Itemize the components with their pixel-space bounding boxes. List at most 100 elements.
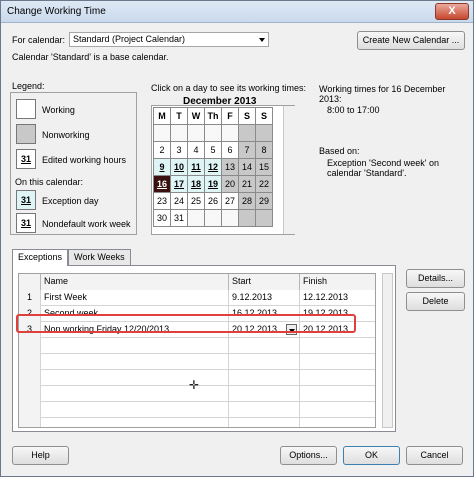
highlight-box [16,314,356,333]
calendar-day-10[interactable]: 10 [170,158,188,176]
row-number[interactable] [19,338,41,354]
exception-name[interactable] [41,402,229,418]
based-on-detail: Exception 'Second week' on calendar 'Sta… [327,158,440,178]
calendar-day-31[interactable]: 31 [170,209,188,227]
calendar-grid: M T W Th F S S 2 3 4 5 6 7 8 9 10 11 12 13 14 15 16 17 18 19 20 21… [153,107,273,227]
calendar-day-28[interactable]: 28 [238,192,256,210]
calendar-day-21[interactable]: 21 [238,175,256,193]
row-number[interactable] [19,354,41,370]
exception-start[interactable]: 9.12.2013 [229,290,300,306]
legend-box: Working Nonworking 31 Edited working hou… [10,92,137,235]
table-row[interactable]: 1 First Week 9.12.2013 12.12.2013 [19,290,375,306]
exception-name[interactable] [41,338,229,354]
calendar-empty-cell [238,124,256,142]
row-number[interactable]: 1 [19,290,41,306]
calendar-scrollbar[interactable] [283,106,295,234]
weekday-header: T [170,107,188,125]
exception-swatch: 31 [16,190,36,210]
calendar-day-18[interactable]: 18 [187,175,205,193]
exception-start[interactable] [229,370,300,386]
exception-finish[interactable] [300,354,375,370]
help-button[interactable]: Help [12,446,69,465]
calendar-day-19[interactable]: 19 [204,175,222,193]
row-number[interactable] [19,418,41,427]
legend-nonworking: Nonworking [42,130,90,140]
options-button[interactable]: Options... [280,446,337,465]
exception-start[interactable] [229,354,300,370]
calendar-empty-cell [238,209,256,227]
calendar-day-7[interactable]: 7 [238,141,256,159]
exception-name[interactable] [41,418,229,427]
column-header-3: Finish [300,274,375,290]
calendar-day-15[interactable]: 15 [255,158,273,176]
calendar-day-22[interactable]: 22 [255,175,273,193]
calendar-day-9[interactable]: 9 [153,158,171,176]
calendar-day-17[interactable]: 17 [170,175,188,193]
exception-name[interactable]: First Week [41,290,229,306]
calendar-day-3[interactable]: 3 [170,141,188,159]
exception-finish[interactable] [300,418,375,427]
details-button[interactable]: Details... [406,269,465,288]
calendar-empty-cell [170,124,188,142]
exception-finish[interactable] [300,338,375,354]
calendar-empty-cell [153,124,171,142]
exception-name[interactable] [41,354,229,370]
row-number[interactable] [19,370,41,386]
create-new-calendar-button[interactable]: Create New Calendar ... [357,31,465,50]
legend-nondefault: Nondefault work week [42,219,131,229]
calendar-day-25[interactable]: 25 [187,192,205,210]
exception-name[interactable] [41,386,229,402]
calendar-day-8[interactable]: 8 [255,141,273,159]
exceptions-panel: Name Start Finish 1 First Week 9.12.2013 12.12… [12,265,396,432]
calendar-day-11[interactable]: 11 [187,158,205,176]
calendar-day-30[interactable]: 30 [153,209,171,227]
legend-exception: Exception day [42,196,99,206]
column-header-2: Start [229,274,300,290]
tab-exceptions[interactable]: Exceptions [12,249,69,266]
close-button[interactable]: X [435,3,469,20]
calendar-day-26[interactable]: 26 [204,192,222,210]
calendar-day-24[interactable]: 24 [170,192,188,210]
table-row[interactable] [19,402,375,418]
table-row[interactable] [19,354,375,370]
calendar-empty-cell [221,209,239,227]
calendar-day-13[interactable]: 13 [221,158,239,176]
column-header-0 [19,274,41,290]
exception-start[interactable] [229,386,300,402]
calendar-day-16[interactable]: 16 [153,175,171,193]
calendar-instruction: Click on a day to see its working times: [151,83,307,93]
tab-work-weeks[interactable]: Work Weeks [68,249,131,265]
row-number[interactable] [19,386,41,402]
calendar-select[interactable]: Standard (Project Calendar) [69,32,269,47]
exception-start[interactable] [229,418,300,427]
calendar-day-14[interactable]: 14 [238,158,256,176]
delete-button[interactable]: Delete [406,292,465,311]
calendar-day-4[interactable]: 4 [187,141,205,159]
exception-start[interactable] [229,338,300,354]
calendar-day-12[interactable]: 12 [204,158,222,176]
calendar-day-29[interactable]: 29 [255,192,273,210]
cancel-button[interactable]: Cancel [406,446,463,465]
table-row[interactable] [19,338,375,354]
exception-name[interactable] [41,370,229,386]
exception-finish[interactable] [300,402,375,418]
calendar-day-20[interactable]: 20 [221,175,239,193]
calendar-day-5[interactable]: 5 [204,141,222,159]
exception-start[interactable] [229,402,300,418]
exception-finish[interactable]: 12.12.2013 [300,290,375,306]
ok-button[interactable]: OK [343,446,400,465]
calendar-day-6[interactable]: 6 [221,141,239,159]
row-number[interactable] [19,402,41,418]
working-time-value: 8:00 to 17:00 [327,105,380,115]
weekday-header: S [238,107,256,125]
exception-finish[interactable] [300,386,375,402]
table-row[interactable] [19,418,375,427]
weekday-header: W [187,107,205,125]
calendar-day-2[interactable]: 2 [153,141,171,159]
calendar-empty-cell [221,124,239,142]
weekday-header: Th [204,107,222,125]
table-scrollbar[interactable] [382,273,393,428]
exception-finish[interactable] [300,370,375,386]
calendar-day-27[interactable]: 27 [221,192,239,210]
calendar-day-23[interactable]: 23 [153,192,171,210]
